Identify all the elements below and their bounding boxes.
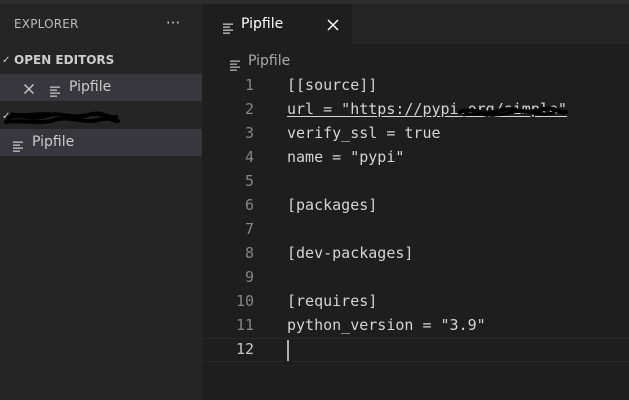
folder-item-label: Pipfile xyxy=(32,134,75,150)
close-icon[interactable] xyxy=(22,81,36,95)
lines-icon xyxy=(50,82,61,97)
line-text[interactable]: name = "pypi" xyxy=(287,148,404,166)
tab-pipfile[interactable]: Pipfile xyxy=(202,4,352,44)
line-text[interactable]: [packages] xyxy=(287,196,377,214)
code-line: 1 [[source]] xyxy=(202,74,629,98)
line-number: 1 xyxy=(244,76,254,94)
lines-icon xyxy=(223,19,234,34)
explorer-header: EXPLORER ··· xyxy=(0,4,202,44)
chevron-down-icon: ✓ xyxy=(2,55,11,66)
tab-label: Pipfile xyxy=(241,16,284,32)
text-cursor xyxy=(287,340,289,361)
line-number: 9 xyxy=(244,268,254,286)
line-number: 11 xyxy=(235,316,254,334)
line-number: 6 xyxy=(244,196,254,214)
line-number: 7 xyxy=(244,220,254,238)
line-number: 5 xyxy=(244,172,254,190)
code-line: 2 url = "https://pypi.org/simple" xyxy=(202,98,629,122)
vscode-window: EXPLORER ··· ✓ OPEN EDITORS Pipfile ✓ Pi… xyxy=(0,0,629,400)
code-line: 9 xyxy=(202,266,629,290)
code-line: 4 name = "pypi" xyxy=(202,146,629,170)
code-line: 8 [dev-packages] xyxy=(202,242,629,266)
open-editor-item-pipfile[interactable]: Pipfile xyxy=(0,74,202,101)
open-editors-header[interactable]: ✓ OPEN EDITORS xyxy=(0,50,202,72)
line-text[interactable]: python_version = "3.9" xyxy=(287,316,486,334)
code-line: 6 [packages] xyxy=(202,194,629,218)
code-line: 7 xyxy=(202,218,629,242)
line-text[interactable]: [[source]] xyxy=(287,76,377,94)
open-editors-label: OPEN EDITORS xyxy=(14,53,115,67)
line-text[interactable]: verify_ssl = true xyxy=(287,124,441,142)
line-number: 3 xyxy=(244,124,254,142)
line-number: 8 xyxy=(244,244,254,262)
code-line-current: 12 xyxy=(202,338,629,362)
open-editor-label: Pipfile xyxy=(69,79,112,95)
line-text[interactable]: [dev-packages] xyxy=(287,244,413,262)
close-icon[interactable] xyxy=(326,17,340,31)
code-line: 10 [requires] xyxy=(202,290,629,314)
editor-group: Pipfile Pipfile 1 [[source]] 2 url = "ht… xyxy=(202,4,629,400)
code-line: 11 python_version = "3.9" xyxy=(202,314,629,338)
folder-item-pipfile[interactable]: Pipfile xyxy=(0,129,202,156)
lines-icon xyxy=(230,56,241,71)
code-editor[interactable]: 1 [[source]] 2 url = "https://pypi.org/s… xyxy=(202,74,629,400)
line-text[interactable]: [requires] xyxy=(287,292,377,310)
breadcrumb: Pipfile xyxy=(202,44,629,74)
explorer-sidebar: EXPLORER ··· ✓ OPEN EDITORS Pipfile ✓ Pi… xyxy=(0,4,202,400)
lines-icon xyxy=(13,137,24,152)
line-number: 10 xyxy=(235,292,254,310)
code-line: 5 xyxy=(202,170,629,194)
breadcrumb-item[interactable]: Pipfile xyxy=(248,53,290,69)
redaction-scribble xyxy=(458,106,568,117)
line-number: 2 xyxy=(244,100,254,118)
explorer-title: EXPLORER xyxy=(14,17,79,31)
more-actions-button[interactable]: ··· xyxy=(163,12,183,34)
tab-bar: Pipfile xyxy=(202,4,629,44)
redaction-scribble xyxy=(4,111,120,125)
code-line: 3 verify_ssl = true xyxy=(202,122,629,146)
line-number: 12 xyxy=(235,340,254,358)
line-number: 4 xyxy=(244,148,254,166)
